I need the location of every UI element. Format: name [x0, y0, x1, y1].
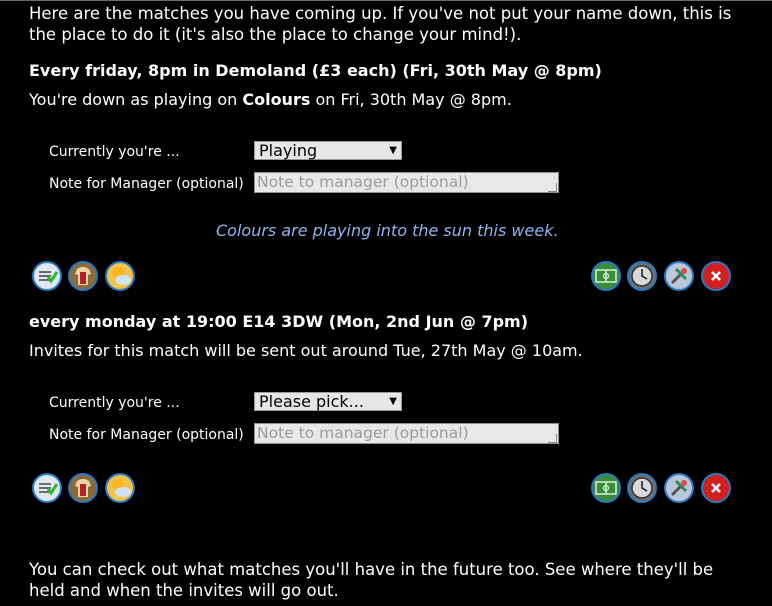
note-label: Note for Manager (optional) [49, 176, 244, 192]
shirt-icon[interactable] [68, 261, 98, 291]
weather-icon[interactable] [105, 473, 135, 503]
availability-select[interactable]: Playing ▼ [254, 141, 402, 160]
note-input[interactable]: Note to manager (optional) [254, 172, 559, 193]
cancel-icon[interactable] [701, 473, 731, 503]
note-placeholder: Note to manager (optional) [257, 424, 469, 442]
tools-icon[interactable] [664, 473, 694, 503]
checklist-icon[interactable] [32, 473, 62, 503]
match-status: Invites for this match will be sent out … [29, 341, 583, 360]
tools-icon[interactable] [664, 261, 694, 291]
dropdown-arrow-icon: ▼ [389, 396, 397, 407]
availability-value: Please pick... [259, 392, 364, 411]
top-border [0, 0, 772, 1]
match-conditions-note: Colours are playing into the sun this we… [216, 221, 559, 240]
intro-text: Here are the matches you have coming up.… [29, 4, 732, 44]
pitch-icon[interactable] [591, 261, 621, 291]
resize-grip-icon[interactable] [548, 183, 557, 192]
match-title: every monday at 19:00 E14 3DW (Mon, 2nd … [29, 312, 529, 331]
note-label: Note for Manager (optional) [49, 427, 244, 443]
pitch-icon[interactable] [591, 473, 621, 503]
clock-icon[interactable] [627, 473, 657, 503]
clock-icon[interactable] [627, 261, 657, 291]
resize-grip-icon[interactable] [548, 434, 557, 443]
dropdown-arrow-icon: ▼ [389, 145, 397, 156]
status-prefix: You're down as playing on [29, 90, 243, 109]
future-matches-text: You can check out what matches you'll ha… [29, 560, 714, 600]
status-team: Colours [242, 90, 311, 109]
checklist-icon[interactable] [32, 261, 62, 291]
match-status: You're down as playing on Colours on Fri… [29, 90, 512, 110]
status-suffix: on Fri, 30th May @ 8pm. [310, 90, 512, 109]
cancel-icon[interactable] [701, 261, 731, 291]
current-status-label: Currently you're ... [49, 395, 180, 411]
availability-select[interactable]: Please pick... ▼ [254, 392, 402, 411]
shirt-icon[interactable] [68, 473, 98, 503]
availability-value: Playing [259, 141, 318, 160]
note-placeholder: Note to manager (optional) [257, 173, 469, 191]
note-input[interactable]: Note to manager (optional) [254, 423, 559, 444]
match-title: Every friday, 8pm in Demoland (£3 each) … [29, 61, 602, 80]
page: Here are the matches you have coming up.… [0, 0, 772, 606]
weather-icon[interactable] [105, 261, 135, 291]
current-status-label: Currently you're ... [49, 144, 180, 160]
